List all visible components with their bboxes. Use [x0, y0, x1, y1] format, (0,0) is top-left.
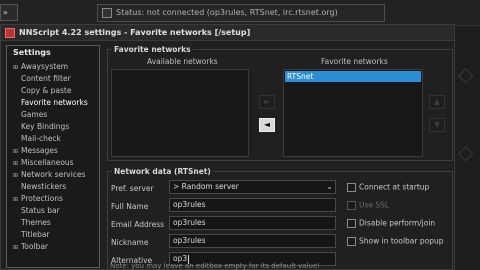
sidebar-item-mail-check[interactable]: Mail-check — [13, 134, 61, 146]
dialog-title: NNScript 4.22 settings - Favorite networ… — [19, 28, 251, 37]
chevron-down-icon[interactable]: ⌄ — [326, 181, 333, 193]
checkbox-box[interactable] — [347, 218, 356, 228]
remove-network-button[interactable]: ◄ — [259, 118, 275, 132]
available-networks-header: Available networks — [147, 57, 218, 66]
pref-server-select[interactable]: > Random server ⌄ — [169, 180, 336, 194]
nickname-label: Nickname — [111, 238, 149, 247]
sidebar-item-status-bar[interactable]: Status bar — [13, 206, 60, 218]
background-tab[interactable]: » — [0, 4, 18, 21]
checkbox-box[interactable] — [347, 200, 356, 210]
app-icon — [5, 28, 15, 38]
default-value-note: Note: you may leave an editbox empty for… — [110, 262, 321, 270]
sidebar-item-newstickers[interactable]: Newstickers — [13, 182, 66, 194]
sidebar-item-messages[interactable]: ⊞ Messages — [13, 146, 58, 158]
use-ssl-checkbox[interactable]: Use SSL — [347, 200, 389, 212]
sidebar-item-network-services[interactable]: ⊞ Network services — [13, 170, 85, 182]
expand-icon[interactable]: ⊞ — [13, 148, 21, 155]
full-name-input[interactable]: op3rules — [169, 198, 336, 212]
sidebar-item-awaysystem[interactable]: ⊞ Awaysystem — [13, 62, 68, 74]
expand-icon[interactable]: ⊞ — [13, 244, 21, 251]
pref-server-value: > Random server — [173, 182, 239, 191]
full-name-label: Full Name — [111, 202, 149, 211]
available-networks-list[interactable] — [111, 69, 249, 157]
sidebar-item-themes[interactable]: Themes — [13, 218, 51, 230]
sidebar-item-protections[interactable]: ⊞ Protections — [13, 194, 63, 206]
connect-at-startup-checkbox[interactable]: Connect at startup — [347, 182, 429, 194]
add-network-button[interactable]: ► — [259, 95, 275, 109]
status-window-title: Status: not connected (op3rules, RTSnet,… — [116, 8, 338, 17]
sidebar-item-titlebar[interactable]: Titlebar — [13, 230, 50, 242]
email-input[interactable]: op3rules — [169, 216, 336, 230]
disable-perform-join-checkbox[interactable]: Disable perform/join — [347, 218, 435, 230]
favorite-networks-group-title: Favorite networks — [112, 45, 193, 54]
checkbox-box[interactable] — [347, 182, 356, 192]
favorite-networks-header: Favorite networks — [321, 57, 388, 66]
expand-icon[interactable]: ⊞ — [13, 196, 21, 203]
pref-server-label: Pref. server — [111, 184, 154, 193]
sidebar-item-copy-paste[interactable]: Copy & paste — [13, 86, 71, 98]
sidebar-item-games[interactable]: Games — [13, 110, 47, 122]
email-label: Email Address — [111, 220, 165, 229]
expand-icon[interactable]: ⊞ — [13, 172, 21, 179]
status-window-tab[interactable]: Status: not connected (op3rules, RTSnet,… — [97, 4, 385, 22]
sidebar-item-content-filter[interactable]: Content filter — [13, 74, 71, 86]
sidebar-item-key-bindings[interactable]: Key Bindings — [13, 122, 69, 134]
expand-icon[interactable]: ⊞ — [13, 64, 21, 71]
expand-icon[interactable]: ⊞ — [13, 160, 21, 167]
settings-tree[interactable]: Settings ⊞ Awaysystem Content filter Copy… — [6, 45, 100, 268]
sidebar-item-miscellaneous[interactable]: ⊞ Miscellaneous — [13, 158, 74, 170]
sidebar-item-toolbar[interactable]: ⊞ Toolbar — [13, 242, 48, 254]
move-up-button[interactable]: ▲ — [429, 95, 445, 109]
favorite-network-item[interactable]: RTSnet — [285, 71, 421, 82]
dialog-titlebar[interactable]: NNScript 4.22 settings - Favorite networ… — [1, 25, 454, 41]
checkbox-box[interactable] — [347, 236, 356, 246]
settings-tree-header: Settings — [13, 48, 51, 57]
sidebar-item-favorite-networks[interactable]: Favorite networks — [13, 98, 88, 110]
background-decoration: ◇ — [458, 140, 474, 164]
show-in-toolbar-popup-checkbox[interactable]: Show in toolbar popup — [347, 236, 444, 248]
move-down-button[interactable]: ▼ — [429, 118, 445, 132]
network-data-group-title: Network data (RTSnet) — [112, 167, 213, 176]
nickname-input[interactable]: op3rules — [169, 234, 336, 248]
settings-dialog: NNScript 4.22 settings - Favorite networ… — [0, 24, 455, 270]
favorite-networks-list[interactable]: RTSnet — [283, 69, 423, 157]
status-window-icon — [102, 8, 112, 18]
background-decoration: ◇ — [458, 62, 474, 86]
